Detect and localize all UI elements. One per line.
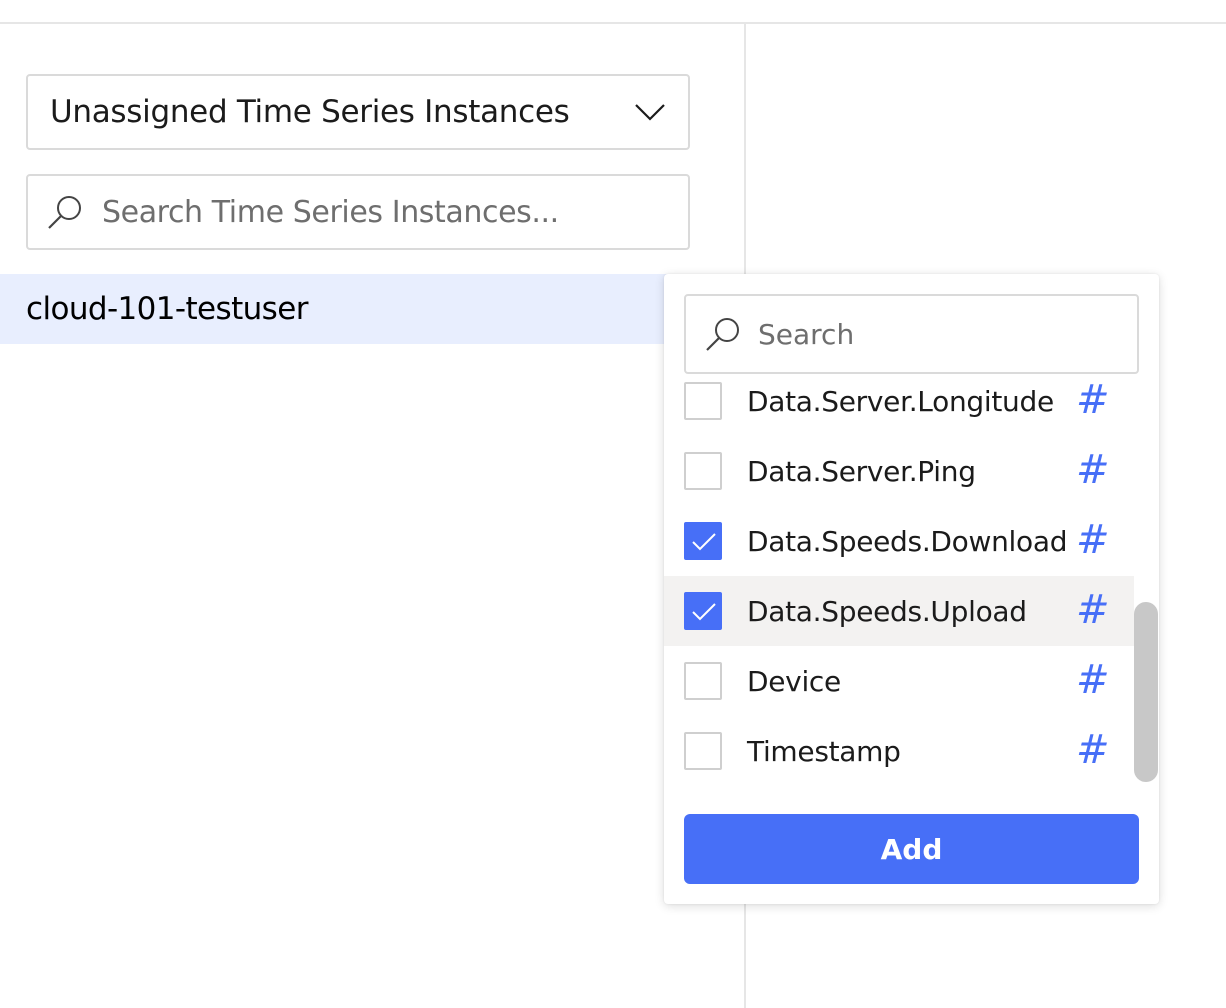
variable-item[interactable]: Device # [664,646,1134,716]
add-button[interactable]: Add [684,814,1139,884]
checkbox[interactable] [684,732,722,770]
checkbox[interactable] [684,452,722,490]
variable-label: Data.Speeds.Upload [747,594,1027,628]
instance-search-input[interactable] [100,193,664,231]
checkmark-icon [692,603,716,621]
search-icon [48,196,81,229]
numeric-type-icon: # [1076,587,1110,633]
chevron-down-icon [635,104,665,121]
variable-item[interactable]: Data.Server.Longitude # [664,374,1134,436]
scrollbar-thumb[interactable] [1134,602,1158,782]
variable-search-input[interactable] [756,316,1120,352]
instance-list-item[interactable]: cloud-101-testuser [0,274,744,344]
variable-search-box [684,294,1139,374]
checkbox-checked[interactable] [684,592,722,630]
checkbox-checked[interactable] [684,522,722,560]
variable-item[interactable]: Data.Server.Ping # [664,436,1134,506]
search-icon [706,318,739,351]
numeric-type-icon: # [1076,727,1110,773]
variable-label: Data.Server.Ping [747,454,976,488]
numeric-type-icon: # [1076,447,1110,493]
instance-search-box [26,174,690,250]
instances-panel: Unassigned Time Series Instances cloud-1… [0,24,744,1008]
variable-label: Data.Server.Longitude [747,384,1054,418]
checkbox[interactable] [684,662,722,700]
numeric-type-icon: # [1076,657,1110,703]
variable-label: Timestamp [747,734,901,768]
numeric-type-icon: # [1076,377,1110,423]
variable-picker-popover: Data.Server.Longitude # Data.Server.Ping… [664,274,1159,904]
variable-item[interactable]: Data.Speeds.Upload # [664,576,1134,646]
variable-item[interactable]: Timestamp # [664,716,1134,784]
variable-label: Device [747,664,841,698]
numeric-type-icon: # [1076,517,1110,563]
variable-label: Data.Speeds.Download [747,524,1068,558]
variable-item[interactable]: Data.Speeds.Download # [664,506,1134,576]
instance-filter-value: Unassigned Time Series Instances [50,94,570,130]
checkbox[interactable] [684,382,722,420]
checkmark-icon [692,533,716,551]
instance-name: cloud-101-testuser [26,291,308,327]
variable-list: Data.Server.Longitude # Data.Server.Ping… [664,374,1159,784]
instance-filter-dropdown[interactable]: Unassigned Time Series Instances [26,74,690,150]
